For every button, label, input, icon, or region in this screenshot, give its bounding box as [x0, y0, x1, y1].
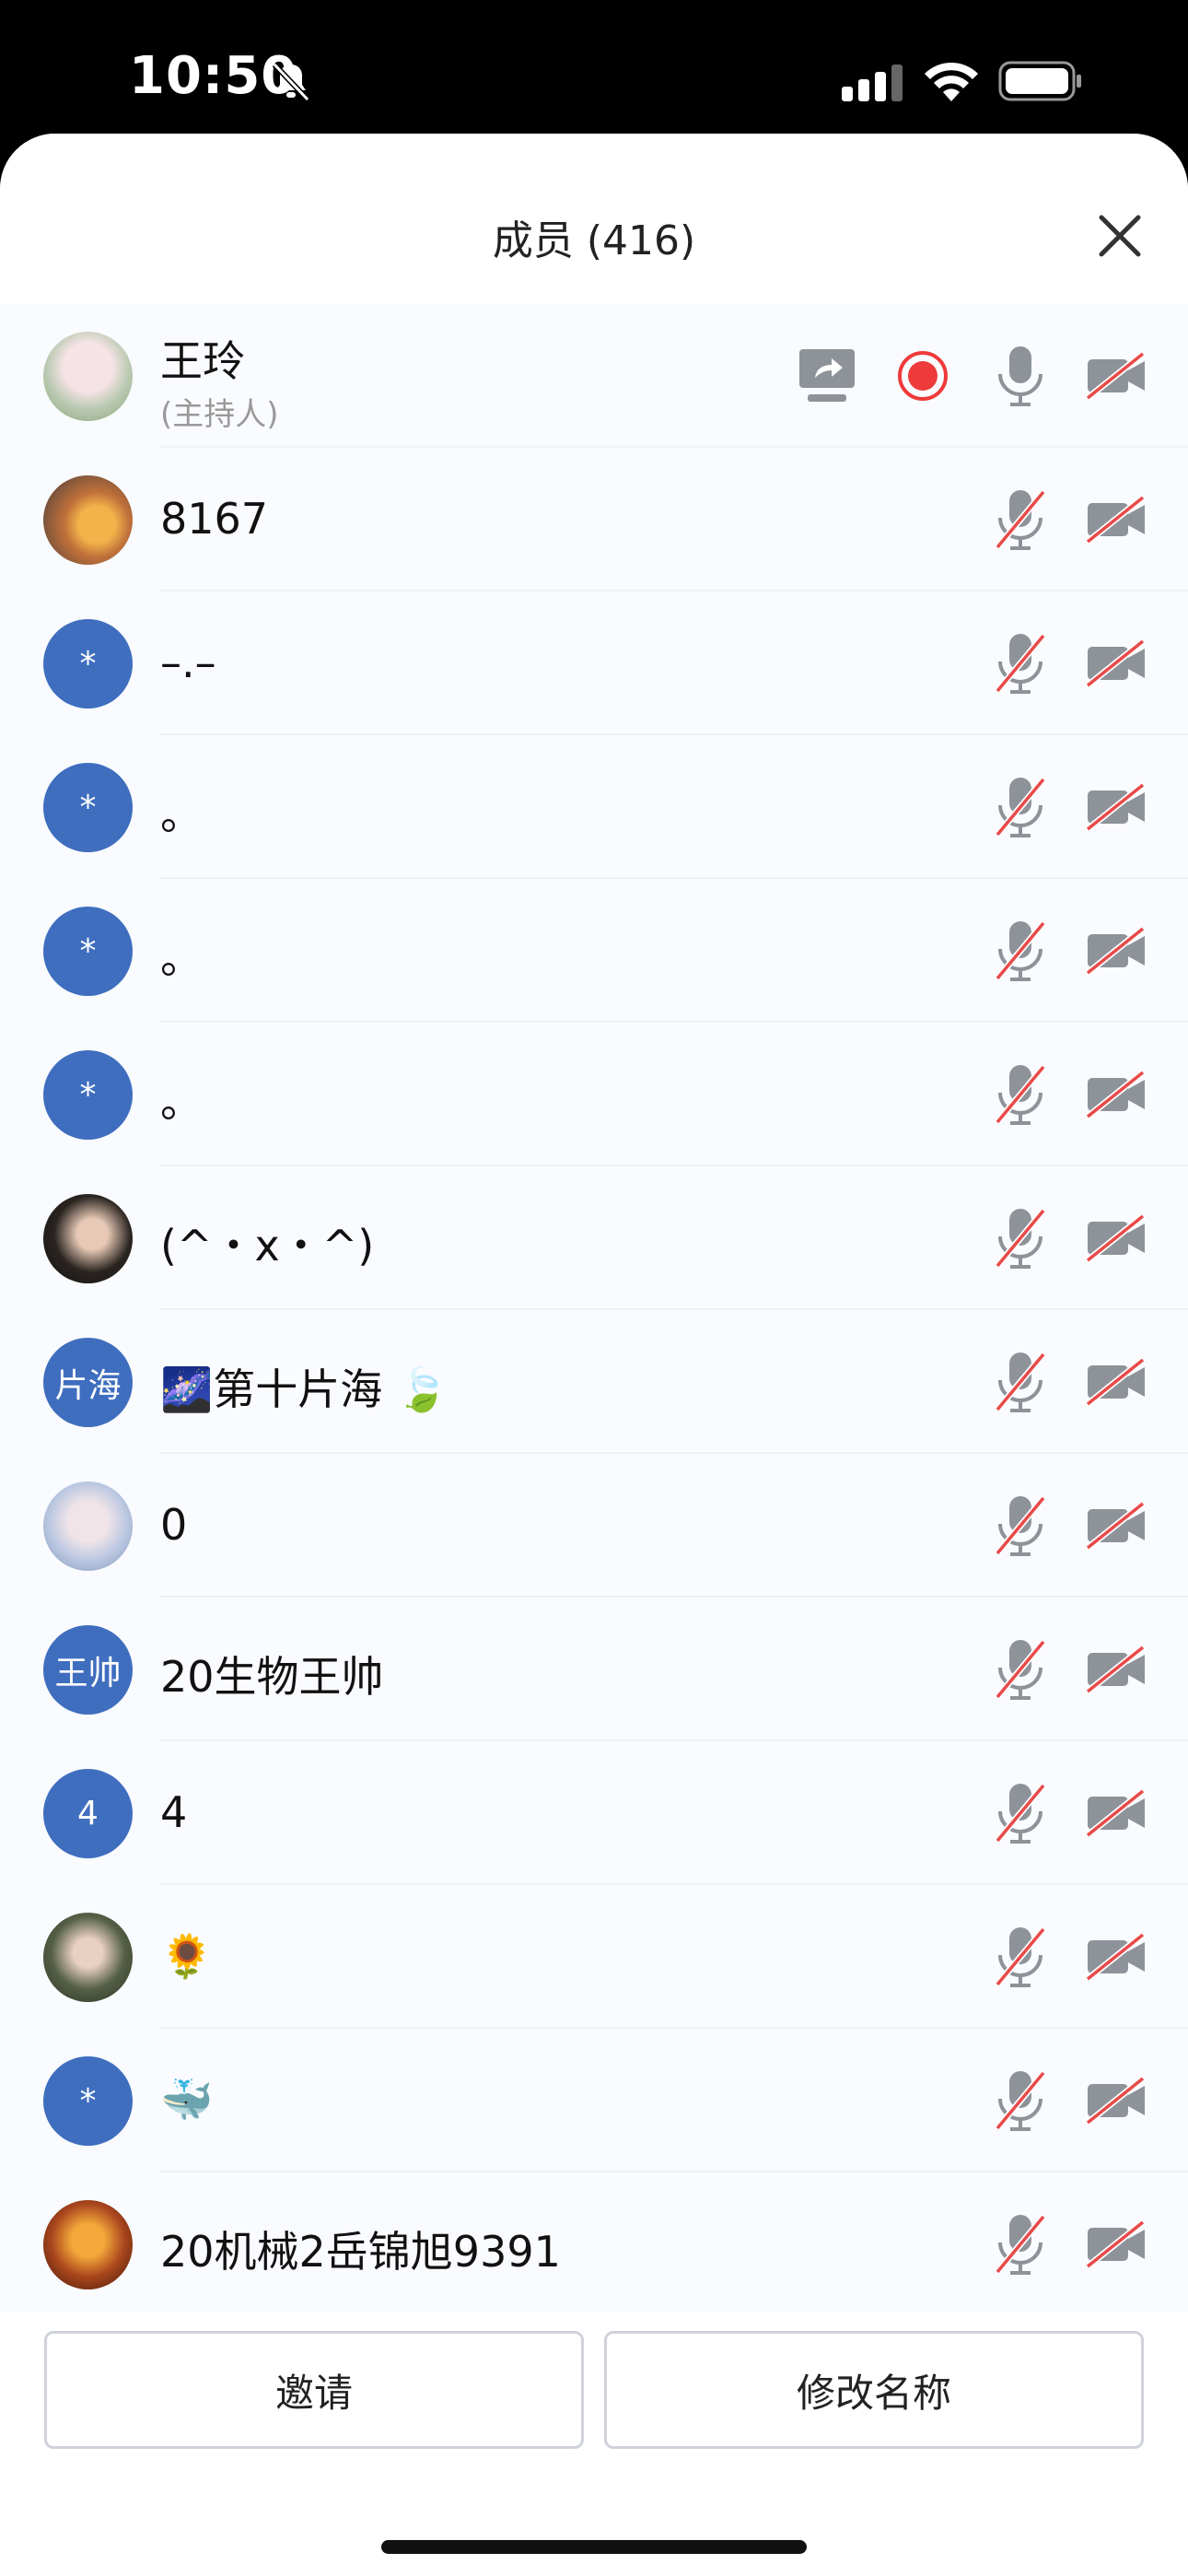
avatar: *	[43, 2056, 133, 2146]
record-icon[interactable]	[886, 339, 960, 413]
member-row[interactable]: *。	[0, 735, 1188, 879]
avatar	[43, 475, 133, 565]
avatar: 片海	[43, 1338, 133, 1427]
invite-button[interactable]: 邀请	[44, 2331, 584, 2449]
member-list: 王玲 (主持人) 8167 * –.– * 。 * 。 * 。 (^・x・^) …	[0, 304, 1188, 2316]
camera-off-icon[interactable]	[1079, 1920, 1153, 1994]
member-row[interactable]: 0	[0, 1454, 1188, 1598]
member-name: 🌻	[160, 1931, 214, 1981]
camera-off-icon[interactable]	[1079, 483, 1153, 556]
camera-off-icon[interactable]	[1079, 2207, 1153, 2281]
member-name: 4	[160, 1787, 188, 1837]
member-row[interactable]: (^・x・^)	[0, 1166, 1188, 1310]
member-row[interactable]: 片海 🌌第十片海 🍃	[0, 1310, 1188, 1454]
member-name: (^・x・^)	[160, 1221, 375, 1270]
member-row[interactable]: * –.–	[0, 591, 1188, 735]
member-row[interactable]: 8167	[0, 448, 1188, 591]
camera-off-icon[interactable]	[1079, 914, 1153, 988]
microphone-muted-icon[interactable]	[984, 483, 1057, 556]
member-row[interactable]: *。	[0, 879, 1188, 1023]
microphone-muted-icon[interactable]	[984, 2207, 1057, 2281]
camera-off-icon[interactable]	[1079, 1489, 1153, 1563]
camera-off-icon[interactable]	[1079, 1201, 1153, 1275]
footer-actions: 邀请 修改名称	[0, 2313, 1188, 2576]
avatar: 王帅	[43, 1625, 133, 1715]
member-name: 王玲	[160, 336, 245, 386]
sheet-header: 成员 (416)	[0, 134, 1188, 286]
camera-off-icon[interactable]	[1079, 1633, 1153, 1706]
avatar	[43, 1194, 133, 1283]
microphone-muted-icon[interactable]	[984, 1058, 1057, 1131]
home-indicator	[381, 2540, 807, 2554]
camera-off-icon[interactable]	[1079, 2064, 1153, 2137]
member-row[interactable]: 44	[0, 1741, 1188, 1885]
member-role: (主持人)	[160, 396, 279, 433]
avatar	[43, 2200, 133, 2289]
camera-off-icon[interactable]	[1079, 1058, 1153, 1131]
microphone-icon[interactable]	[984, 339, 1057, 413]
camera-off-icon[interactable]	[1079, 339, 1153, 413]
avatar: *	[43, 907, 133, 996]
member-name: 。	[160, 1077, 203, 1127]
page-title: 成员 (416)	[492, 217, 696, 264]
member-row[interactable]: 王帅 20生物王帅	[0, 1598, 1188, 1741]
bell-muted-icon	[272, 62, 310, 102]
battery-icon	[998, 61, 1081, 101]
member-name: 🌌第十片海 🍃	[160, 1364, 449, 1414]
member-row[interactable]: * 🐳	[0, 2029, 1188, 2172]
member-row[interactable]: 20机械2岳锦旭9391	[0, 2172, 1188, 2316]
member-name: 20生物王帅	[160, 1652, 384, 1702]
close-icon[interactable]	[1096, 212, 1144, 260]
member-name: 。	[160, 933, 203, 983]
member-row[interactable]: *。	[0, 1023, 1188, 1166]
avatar	[43, 1481, 133, 1571]
member-name: 。	[160, 790, 203, 839]
microphone-muted-icon[interactable]	[984, 914, 1057, 988]
microphone-muted-icon[interactable]	[984, 1776, 1057, 1850]
member-name: 20机械2岳锦旭9391	[160, 2227, 561, 2277]
microphone-muted-icon[interactable]	[984, 770, 1057, 844]
member-row[interactable]: 🌻	[0, 1885, 1188, 2029]
wifi-icon	[925, 62, 978, 101]
rename-button[interactable]: 修改名称	[604, 2331, 1144, 2449]
camera-off-icon[interactable]	[1079, 1345, 1153, 1419]
microphone-muted-icon[interactable]	[984, 1345, 1057, 1419]
microphone-muted-icon[interactable]	[984, 1920, 1057, 1994]
member-name: 0	[160, 1500, 188, 1550]
avatar: *	[43, 1050, 133, 1140]
microphone-muted-icon[interactable]	[984, 1489, 1057, 1563]
microphone-muted-icon[interactable]	[984, 1201, 1057, 1275]
camera-off-icon[interactable]	[1079, 626, 1153, 700]
microphone-muted-icon[interactable]	[984, 1633, 1057, 1706]
avatar: 4	[43, 1769, 133, 1858]
avatar: *	[43, 763, 133, 852]
member-row[interactable]: 王玲 (主持人)	[0, 304, 1188, 448]
avatar	[43, 1913, 133, 2002]
member-name: 🐳	[160, 2075, 214, 2125]
microphone-muted-icon[interactable]	[984, 626, 1057, 700]
avatar	[43, 332, 133, 421]
member-name: 8167	[160, 494, 269, 544]
camera-off-icon[interactable]	[1079, 1776, 1153, 1850]
status-bar: 10:50	[0, 0, 1188, 134]
member-name: –.–	[160, 638, 216, 687]
camera-off-icon[interactable]	[1079, 770, 1153, 844]
microphone-muted-icon[interactable]	[984, 2064, 1057, 2137]
screen-share-icon[interactable]	[790, 339, 864, 413]
cellular-signal-icon	[842, 64, 903, 101]
members-sheet: 成员 (416) 王玲 (主持人) 8167 * –.– * 。 * 。 * 。…	[0, 134, 1188, 2576]
avatar: *	[43, 619, 133, 708]
